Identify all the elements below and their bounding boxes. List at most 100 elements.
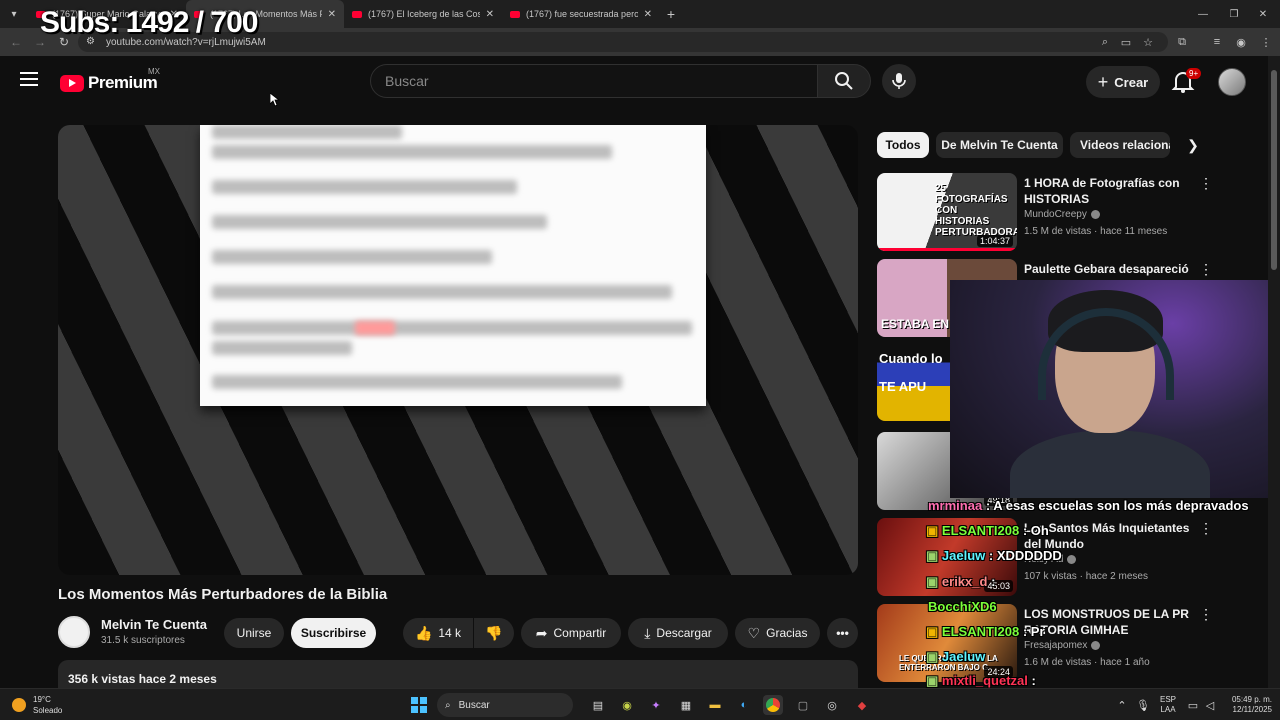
chat-message: ▣ erikx_d : [926, 574, 995, 590]
bookmark-star-icon[interactable]: ☆ [1137, 28, 1159, 56]
chat-text: : XDDDDDD [985, 548, 1062, 563]
language-indicator[interactable]: ESP LAA [1156, 695, 1180, 715]
tray-expand-icon[interactable]: ⌃ [1112, 695, 1132, 715]
recommendation-item[interactable]: 25 FOTOGRAFÍAS CON HISTORIAS PERTURBADOR… [877, 173, 1257, 253]
recommendation-meta: 107 k vistas · hace 2 meses [1024, 571, 1148, 582]
widget-app-icon[interactable]: ◉ [617, 695, 637, 715]
clock[interactable]: 05:49 p. m. 12/11/2025 [1222, 695, 1272, 715]
create-button[interactable]: + Crear [1086, 66, 1160, 98]
youtube-premium-logo[interactable]: Premium MX [60, 67, 160, 93]
more-vertical-icon[interactable]: ⋮ [1199, 606, 1213, 623]
chat-text: : Oh [1019, 523, 1049, 538]
chat-text: : [1027, 673, 1036, 688]
thanks-button[interactable]: ♡ Gracias [735, 618, 820, 648]
search-input[interactable]: Buscar [370, 64, 818, 98]
video-duration: 1:04:37 [976, 235, 1013, 247]
terminal-icon[interactable]: ▢ [793, 695, 813, 715]
browser-tab[interactable]: (1767) El Iceberg de las Cosas m ✕ [344, 0, 502, 28]
badge-icon: ▣ [926, 673, 942, 688]
chat-user: ELSANTI208 [941, 624, 1020, 639]
scrollbar-thumb[interactable] [1271, 70, 1277, 270]
minimize-window-icon[interactable]: — [1186, 0, 1220, 28]
back-arrow-icon[interactable]: ← [4, 30, 28, 54]
copilot-icon[interactable]: ✦ [646, 695, 666, 715]
media-app-icon[interactable]: ◆ [852, 695, 872, 715]
channel-name[interactable]: Melvin Te Cuenta [101, 617, 207, 632]
chat-message: ▣ Jaeluw : XDDDDDD [926, 548, 1062, 564]
chevron-right-icon[interactable]: ❯ [1182, 134, 1204, 156]
file-explorer-icon[interactable]: ▬ [705, 695, 725, 715]
obs-icon[interactable]: ◎ [822, 695, 842, 715]
channel-avatar[interactable] [58, 616, 90, 648]
windows-start-icon[interactable] [409, 695, 429, 715]
more-vertical-icon[interactable]: ⋮ [1199, 520, 1213, 537]
recommendation-thumbnail[interactable]: LE QUE TRANSMITE Y LA ENTERRARON BAJO G … [877, 604, 1017, 682]
chat-message: ▣ ELSANTI208 : Oh [926, 523, 1049, 539]
chat-user: mrminaa [928, 498, 983, 513]
more-vertical-icon[interactable]: ⋮ [1199, 175, 1213, 192]
subscribe-button[interactable]: Suscribirse [291, 618, 376, 648]
microphone-tray-icon[interactable]: 🎙 [1133, 695, 1153, 715]
chip-label: Todos [885, 138, 921, 152]
edge-browser-icon[interactable]: ◐ [734, 695, 754, 715]
tab-search-icon[interactable]: ▾ [0, 0, 28, 28]
taskbar-search-input[interactable]: ⌕ Buscar [437, 693, 573, 717]
download-icon: ⤓ [644, 624, 651, 641]
reading-list-icon[interactable]: ≡ [1206, 28, 1228, 56]
store-icon[interactable]: ▦ [676, 695, 696, 715]
download-button[interactable]: ⤓ Descargar [628, 618, 728, 648]
search-button[interactable] [817, 64, 871, 98]
create-label: Crear [1114, 74, 1149, 90]
thumbnail-text: ESTABA EN [881, 317, 950, 331]
browser-tab[interactable]: (1767) fue secuestrada pero la ✕ [502, 0, 660, 28]
chat-message: ▣ Jaeluw [926, 649, 985, 665]
volume-icon[interactable]: ◁ [1200, 695, 1220, 715]
video-player[interactable] [58, 125, 858, 575]
chrome-browser-icon[interactable] [763, 695, 783, 715]
thumbs-down-icon: 👎 [485, 624, 503, 641]
more-actions-button[interactable]: ••• [827, 618, 858, 648]
close-tab-icon[interactable]: ✕ [644, 9, 652, 20]
subscribe-label: Suscribirse [300, 626, 367, 640]
more-vertical-icon[interactable]: ⋮ [1199, 261, 1213, 278]
profile-icon[interactable]: ◉ [1230, 28, 1252, 56]
dislike-button[interactable]: 👎 [474, 618, 514, 648]
share-button[interactable]: ➦ Compartir [521, 618, 621, 648]
chat-text: : Pr [1019, 624, 1045, 639]
zoom-icon[interactable]: ⌕ [1094, 28, 1116, 56]
recommendation-item[interactable]: LE QUE TRANSMITE Y LA ENTERRARON BAJO G … [877, 604, 1257, 684]
like-button[interactable]: 👍 14 k [403, 618, 473, 648]
chip-todos[interactable]: Todos [877, 132, 929, 158]
close-tab-icon[interactable]: ✕ [328, 9, 336, 20]
voice-search-button[interactable] [882, 64, 916, 98]
chat-text: : A esas escuelas son los más depravados [982, 498, 1249, 513]
thanks-label: Gracias [766, 626, 808, 640]
close-window-icon[interactable]: ✕ [1246, 0, 1280, 28]
channel-subscriber-count: 31.5 k suscriptores [101, 635, 185, 646]
chat-message: ▣ mixtli_quetzal : [926, 673, 1036, 689]
cast-icon[interactable]: ▭ [1115, 28, 1137, 56]
channel-label: MundoCreepy [1024, 209, 1087, 220]
user-avatar[interactable] [1218, 68, 1246, 96]
hamburger-menu-icon[interactable] [20, 72, 38, 86]
extensions-icon[interactable]: ⧉ [1171, 28, 1193, 56]
chip-from-channel[interactable]: De Melvin Te Cuenta [936, 132, 1063, 158]
task-view-icon[interactable]: ▤ [588, 695, 608, 715]
chip-related[interactable]: Videos relaciona [1070, 132, 1170, 158]
chip-label: Videos relaciona [1080, 138, 1170, 152]
recommendation-thumbnail[interactable]: 25 FOTOGRAFÍAS CON HISTORIAS PERTURBADOR… [877, 173, 1017, 251]
video-frame-document [200, 125, 706, 406]
sun-weather-icon[interactable] [12, 698, 26, 712]
download-label: Descargar [656, 626, 712, 640]
page-scrollbar[interactable] [1268, 56, 1280, 688]
youtube-header: Premium MX Buscar + Crear 9+ [0, 56, 1268, 106]
logo-region: MX [148, 67, 160, 76]
browser-menu-icon[interactable]: ⋮ [1255, 28, 1277, 56]
video-title: Los Momentos Más Perturbadores de la Bib… [58, 586, 388, 603]
weather-condition: Soleado [33, 706, 63, 715]
new-tab-button[interactable]: + [660, 6, 682, 22]
close-tab-icon[interactable]: ✕ [486, 9, 494, 20]
join-button[interactable]: Unirse [224, 618, 284, 648]
verified-icon [1090, 210, 1100, 219]
chat-text: : [987, 574, 996, 589]
